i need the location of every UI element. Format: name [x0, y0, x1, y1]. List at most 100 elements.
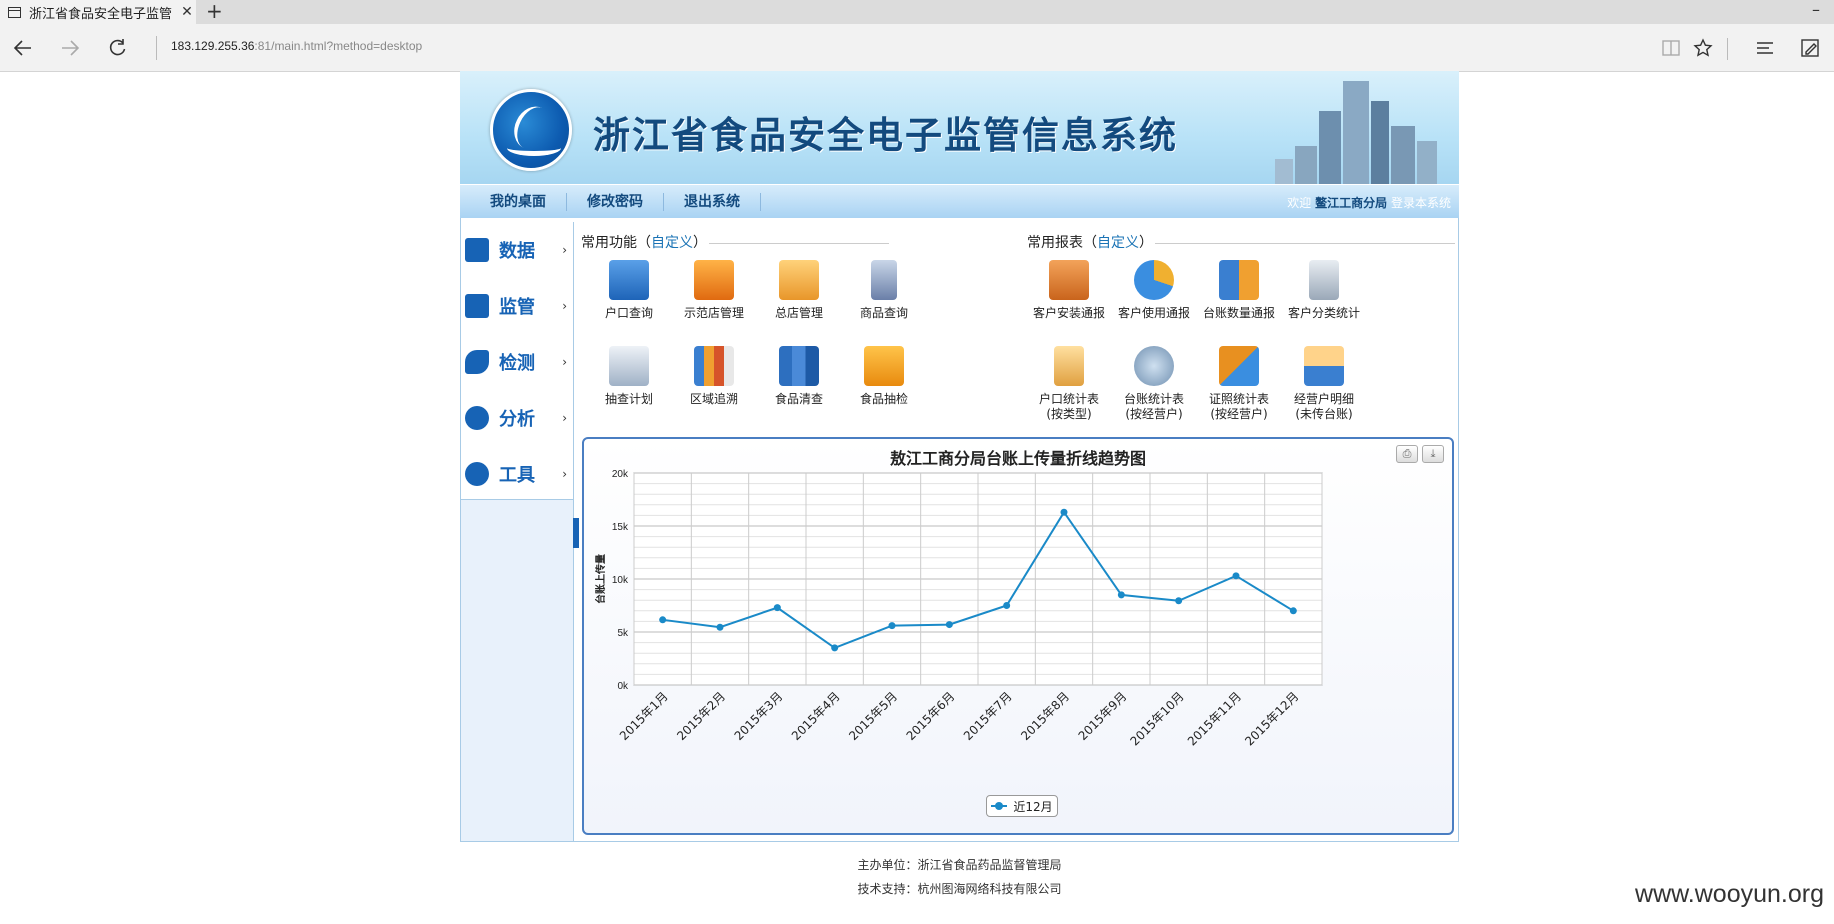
page-title: 浙江省食品安全电子监管信息系统 — [593, 113, 1178, 157]
body-area: 数据 › 监管 › 检测 › 分析 › 工具 › 常用功能（自定义） 户口查询 … — [460, 218, 1459, 842]
data-point — [831, 644, 839, 652]
fn-head-store[interactable]: 总店管理 — [759, 260, 839, 321]
x-tick-label: 2015年3月 — [732, 689, 786, 743]
rpt-ledger-count[interactable]: 台账数量通报 — [1197, 260, 1281, 321]
chart-legend[interactable]: 近12月 — [986, 795, 1058, 817]
pie-chart-icon — [1134, 260, 1174, 300]
x-tick-label: 2015年2月 — [674, 689, 728, 743]
favorite-star-icon[interactable] — [1688, 33, 1718, 63]
wallet-icon — [864, 346, 904, 386]
rpt-license-stats[interactable]: 证照统计表 (按经营户) — [1197, 346, 1281, 422]
rpt-account-stats[interactable]: 户口统计表 (按类型) — [1027, 346, 1111, 422]
refresh-icon[interactable] — [102, 33, 132, 63]
data-point — [716, 623, 724, 631]
hub-icon[interactable] — [1750, 33, 1780, 63]
browser-tab[interactable]: 浙江省食品安全电子监管 ✕ — [0, 0, 196, 24]
fn-food-sampling[interactable]: 食品抽检 — [844, 346, 924, 407]
fn-region-trace[interactable]: 区域追溯 — [674, 346, 754, 407]
rpt-ledger-stats[interactable]: 台账统计表 (按经营户) — [1112, 346, 1196, 422]
gears-icon — [1134, 346, 1174, 386]
x-tick-label: 2015年12月 — [1242, 689, 1301, 748]
bar-chart-icon — [694, 346, 734, 386]
magnifier-doc-icon — [609, 346, 649, 386]
x-tick-label: 2015年9月 — [1076, 689, 1130, 743]
monitor-icon — [694, 260, 734, 300]
calculator-icon — [1309, 260, 1339, 300]
x-tick-label: 2015年8月 — [1018, 689, 1072, 743]
browser-tab-bar: 浙江省食品安全电子监管 ✕ + – — [0, 0, 1834, 24]
x-tick-label: 2015年11月 — [1185, 689, 1244, 748]
binders-icon — [779, 346, 819, 386]
x-tick-label: 2015年4月 — [789, 689, 843, 743]
footer-sponsor: 主办单位：浙江省食品药品监督管理局 — [857, 858, 1062, 872]
banner: 浙江省食品安全电子监管信息系统 — [460, 71, 1459, 184]
reading-view-icon[interactable] — [1656, 33, 1686, 63]
chevron-right-icon: › — [562, 299, 567, 313]
data-point — [888, 622, 896, 630]
data-point — [1117, 591, 1125, 599]
data-point — [1232, 572, 1240, 580]
nav-logout[interactable]: 退出系统 — [664, 192, 761, 211]
pie-icon — [465, 406, 489, 430]
nav-change-password[interactable]: 修改密码 — [567, 192, 664, 211]
footer: 主办单位：浙江省食品药品监督管理局 技术支持：杭州图海网络科技有限公司 — [460, 853, 1459, 901]
y-tick-label: 15k — [612, 522, 629, 533]
chart-plot: 0k5k10k15k20k台账上传量2015年1月 2015年2月 2015年3月 2… — [594, 469, 1323, 748]
logo — [490, 89, 572, 171]
gear-icon — [465, 462, 489, 486]
house-icon — [1049, 260, 1089, 300]
sidebar-item-analysis[interactable]: 分析 › — [461, 390, 573, 446]
back-icon[interactable] — [8, 33, 38, 63]
x-tick-label: 2015年6月 — [904, 689, 958, 743]
data-point — [1003, 602, 1011, 609]
tab-title: 浙江省食品安全电子监管 — [29, 6, 173, 22]
common-functions-heading: 常用功能（自定义） — [581, 235, 707, 251]
welcome-text: 欢迎 鳌江工商分局 登录本系统 — [1287, 196, 1451, 210]
fn-inspection-plan[interactable]: 抽查计划 — [589, 346, 669, 407]
data-point — [659, 616, 667, 624]
x-tick-label: 2015年1月 — [617, 689, 671, 743]
page-container: 浙江省食品安全电子监管信息系统 我的桌面 修改密码 退出系统 欢迎 鳌江工商分局… — [460, 71, 1459, 842]
nav-my-desktop[interactable]: 我的桌面 — [460, 192, 567, 211]
fn-product-query[interactable]: 商品查询 — [844, 260, 924, 321]
chevron-right-icon: › — [562, 355, 567, 369]
sidebar-item-testing[interactable]: 检测 › — [461, 334, 573, 390]
legend-label: 近12月 — [1013, 799, 1053, 814]
rpt-merchant-detail[interactable]: 经营户明细 (未传台账) — [1282, 346, 1366, 422]
exchange-arrows-icon — [1219, 346, 1259, 386]
fn-account-query[interactable]: 户口查询 — [589, 260, 669, 321]
new-tab-icon[interactable]: + — [206, 0, 223, 24]
sidebar: 数据 › 监管 › 检测 › 分析 › 工具 › — [461, 222, 574, 841]
sidebar-item-tools[interactable]: 工具 › — [461, 446, 573, 502]
data-point — [773, 604, 781, 612]
rpt-usage-report[interactable]: 客户使用通报 — [1112, 260, 1196, 321]
minimize-icon[interactable]: – — [1812, 0, 1820, 19]
legend-symbol — [991, 802, 1008, 810]
notebook-icon — [1054, 346, 1084, 386]
fn-food-clearance[interactable]: 食品清查 — [759, 346, 839, 407]
sidebar-item-data[interactable]: 数据 › — [461, 222, 573, 278]
customize-reports-link[interactable]: 自定义 — [1097, 235, 1139, 251]
forward-icon[interactable] — [55, 33, 85, 63]
data-point — [1175, 597, 1183, 605]
close-tab-icon[interactable]: ✕ — [178, 4, 196, 20]
user-icon — [1304, 346, 1344, 386]
rpt-install-report[interactable]: 客户安装通报 — [1027, 260, 1111, 321]
syringe-icon — [465, 350, 489, 374]
page-icon — [8, 6, 21, 18]
fn-model-store[interactable]: 示范店管理 — [674, 260, 754, 321]
x-tick-label: 2015年7月 — [961, 689, 1015, 743]
url-field[interactable]: 183.129.255.36:81/main.html?method=deskt… — [171, 39, 422, 53]
data-point — [945, 621, 953, 629]
sidebar-item-supervision[interactable]: 监管 › — [461, 278, 573, 334]
address-bar: 183.129.255.36:81/main.html?method=deskt… — [0, 24, 1834, 72]
clipboard-icon — [609, 260, 649, 300]
data-point — [1060, 508, 1068, 516]
data-point — [1289, 607, 1297, 615]
edit-icon — [465, 238, 489, 262]
y-axis-label: 台账上传量 — [594, 554, 607, 604]
y-tick-label: 0k — [617, 681, 629, 692]
web-note-icon[interactable] — [1795, 33, 1825, 63]
customize-functions-link[interactable]: 自定义 — [651, 235, 693, 251]
rpt-customer-category[interactable]: 客户分类统计 — [1282, 260, 1366, 321]
